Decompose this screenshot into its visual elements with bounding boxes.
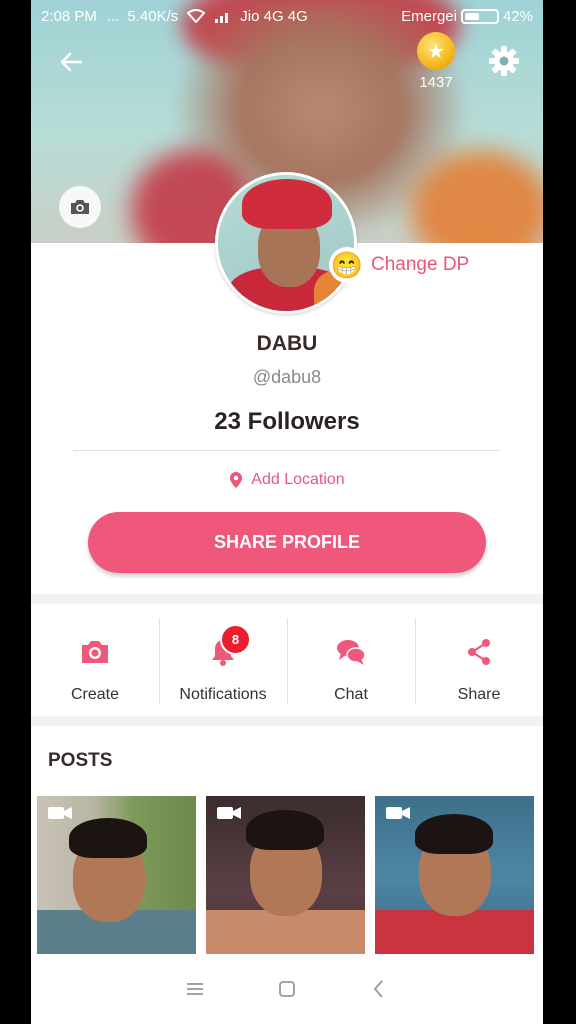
change-dp-label: Change DP bbox=[371, 254, 470, 275]
video-camera-icon bbox=[48, 807, 72, 819]
app-screen: 2:08 PM ... 5.40K/s Jio 4G 4G Emergei 42… bbox=[31, 0, 543, 1024]
share-profile-button[interactable]: SHARE PROFILE bbox=[88, 512, 486, 573]
chat-action[interactable]: Chat bbox=[287, 604, 415, 716]
section-separator bbox=[31, 716, 543, 726]
notification-badge: 8 bbox=[220, 624, 251, 655]
wifi-icon bbox=[186, 9, 206, 23]
post-thumbnail[interactable] bbox=[37, 796, 196, 954]
change-dp-button[interactable]: 😁 Change DP bbox=[329, 247, 469, 283]
camera-icon bbox=[82, 641, 108, 663]
add-location-label: Add Location bbox=[251, 471, 345, 488]
battery-icon bbox=[460, 8, 499, 24]
chat-label: Chat bbox=[334, 686, 368, 703]
grin-emoji-icon: 😁 bbox=[329, 247, 365, 283]
status-network-speed: 5.40K/s bbox=[127, 7, 179, 25]
create-action[interactable]: Create bbox=[31, 604, 159, 716]
signal-icon bbox=[215, 13, 229, 23]
share-icon bbox=[468, 639, 490, 665]
chat-icon bbox=[337, 640, 366, 665]
camera-icon bbox=[71, 200, 89, 214]
cover-camera-button[interactable] bbox=[59, 186, 101, 228]
notifications-label: Notifications bbox=[179, 686, 267, 703]
system-nav-bar bbox=[31, 954, 543, 1024]
create-label: Create bbox=[70, 686, 120, 703]
status-time: 2:08 PM bbox=[41, 7, 97, 25]
coin-count: 1437 bbox=[419, 74, 453, 91]
add-location-link[interactable]: Add Location bbox=[31, 471, 543, 489]
notifications-action[interactable]: Notifications bbox=[159, 604, 287, 716]
avatar[interactable] bbox=[215, 172, 357, 314]
profile-handle: @dabu8 bbox=[252, 367, 322, 387]
profile-name: DABU bbox=[256, 332, 318, 355]
location-pin-icon bbox=[230, 472, 243, 488]
back-arrow-icon[interactable] bbox=[55, 46, 87, 78]
status-carrier: Jio 4G 4G bbox=[240, 7, 308, 25]
posts-grid bbox=[37, 796, 537, 954]
coin-icon[interactable]: ★ bbox=[417, 32, 455, 70]
post-thumbnail[interactable] bbox=[375, 796, 534, 954]
status-bar: 2:08 PM ... 5.40K/s Jio 4G 4G Emergei 42… bbox=[31, 0, 543, 32]
gear-icon[interactable] bbox=[487, 44, 521, 78]
share-action[interactable]: Share bbox=[415, 604, 543, 716]
video-camera-icon bbox=[217, 807, 241, 819]
home-icon[interactable] bbox=[276, 978, 298, 1000]
back-icon[interactable] bbox=[368, 978, 390, 1000]
divider bbox=[73, 450, 500, 451]
posts-heading: POSTS bbox=[48, 750, 113, 771]
post-thumbnail[interactable] bbox=[206, 796, 365, 954]
section-separator bbox=[31, 594, 543, 604]
status-battery: 42% bbox=[502, 7, 533, 25]
menu-icon[interactable] bbox=[184, 978, 206, 1000]
followers-count[interactable]: 23 Followers bbox=[31, 408, 543, 436]
status-emergency: Emergei bbox=[401, 7, 457, 25]
action-bar: Create Notifications Chat Share bbox=[31, 604, 543, 716]
video-camera-icon bbox=[386, 807, 410, 819]
share-label: Share bbox=[457, 686, 501, 703]
status-dots: ... bbox=[106, 7, 120, 25]
